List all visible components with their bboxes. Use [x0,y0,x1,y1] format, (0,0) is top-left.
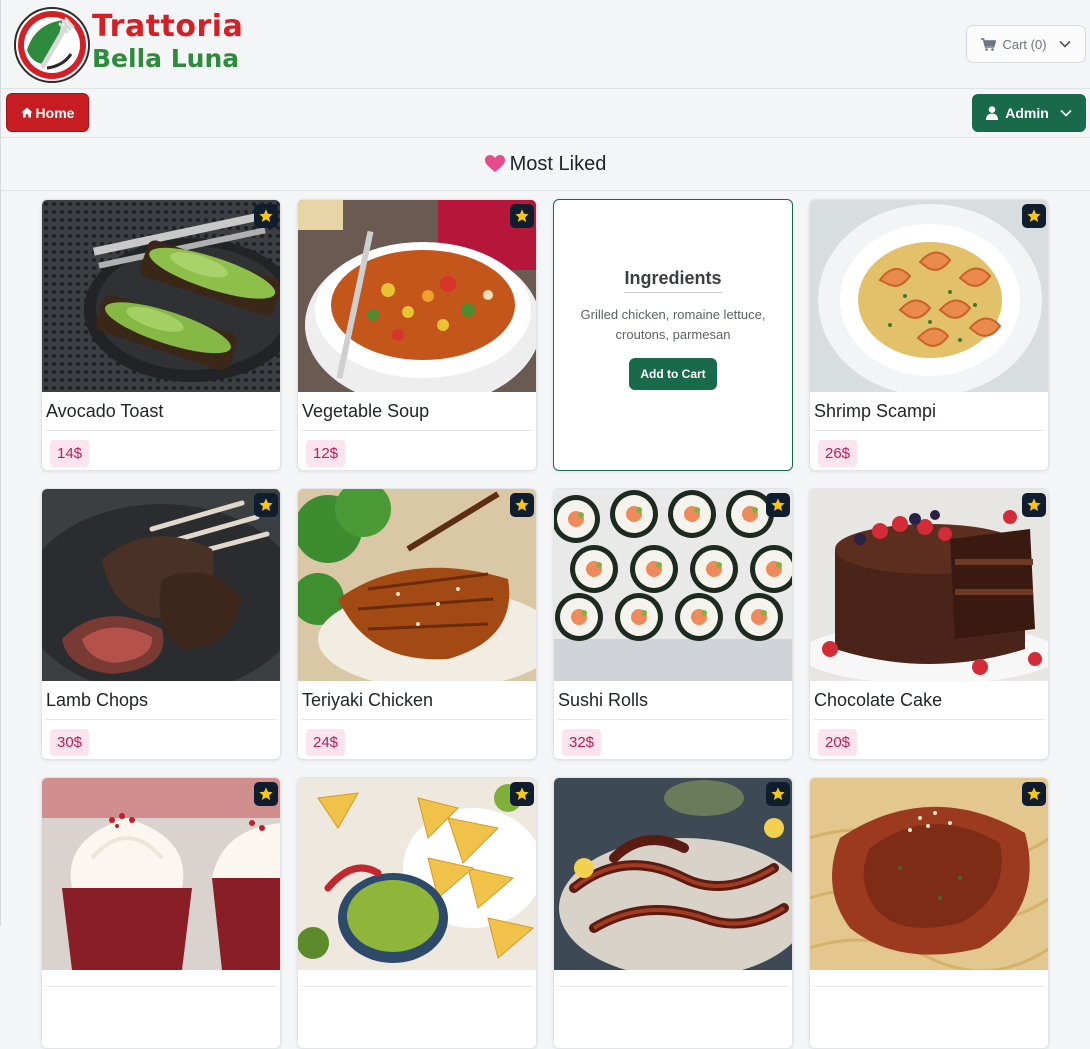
dish-name: Chocolate Cake [814,689,1044,720]
star-icon [771,787,785,800]
heart-icon [484,155,505,172]
dish-card[interactable]: Chocolate Cake 20$ [809,488,1049,760]
dish-photo [298,200,536,392]
nav-bar: Home Admin [1,89,1090,138]
dish-name: Teriyaki Chicken [302,689,532,720]
dish-price: 32$ [562,729,602,756]
dish-card[interactable]: Lamb Chops 30$ [41,488,281,760]
star-icon [1027,787,1041,800]
favorite-star-button[interactable] [510,493,534,517]
dish-photo [554,489,792,681]
favorite-star-button[interactable] [1022,204,1046,228]
dish-card[interactable] [809,777,1049,1049]
dish-price: 12$ [306,440,346,467]
dish-name [46,978,276,987]
star-icon [259,209,273,222]
dish-grid: Avocado Toast 14$ Vegetable Soup 12$ Ing… [41,199,1049,1049]
top-header: Trattoria Bella Luna Cart (0) [1,0,1090,89]
dish-card[interactable] [41,777,281,1049]
favorite-star-button[interactable] [766,493,790,517]
dish-name: Sushi Rolls [558,689,788,720]
cart-label: Cart (0) [1002,36,1047,52]
dish-photo [298,489,536,681]
favorite-star-button[interactable] [1022,782,1046,806]
cart-icon [981,37,997,51]
favorite-star-button[interactable] [510,782,534,806]
ingredients-text: Grilled chicken, romaine lettuce, crouto… [580,307,766,342]
add-to-cart-button[interactable]: Add to Cart [629,358,717,390]
dish-card[interactable] [553,777,793,1049]
dish-card[interactable]: Teriyaki Chicken 24$ [297,488,537,760]
star-icon [515,498,529,511]
star-icon [259,787,273,800]
section-heading: Most Liked [1,138,1090,191]
star-icon [515,209,529,222]
star-icon [515,787,529,800]
admin-menu-button[interactable]: Admin [972,94,1086,132]
dish-price: 24$ [306,729,346,756]
dish-photo [810,778,1048,970]
section-title: Most Liked [509,152,607,175]
star-icon [1027,209,1041,222]
home-icon [21,107,33,118]
dish-photo [810,200,1048,392]
dish-name: Vegetable Soup [302,400,532,431]
dish-card-ingredients[interactable]: Ingredients Grilled chicken, romaine let… [553,199,793,471]
dish-name [558,978,788,987]
star-icon [1027,498,1041,511]
dish-card[interactable]: Vegetable Soup 12$ [297,199,537,471]
chevron-down-icon [1060,109,1072,117]
favorite-star-button[interactable] [1022,493,1046,517]
dish-photo [554,778,792,970]
dish-price: 14$ [50,440,90,467]
dish-name [302,978,532,987]
admin-label: Admin [1005,105,1049,121]
dish-photo [42,489,280,681]
brand-name-line2: Bella Luna [92,44,240,73]
dish-photo [810,489,1048,681]
dish-photo [298,778,536,970]
dish-name [814,978,1044,987]
user-icon [986,106,999,120]
dish-price: 30$ [50,729,90,756]
dish-card[interactable]: Avocado Toast 14$ [41,199,281,471]
home-label: Home [35,104,75,121]
cart-button[interactable]: Cart (0) [966,25,1086,63]
dish-card[interactable]: Sushi Rolls 32$ [553,488,793,760]
favorite-star-button[interactable] [254,782,278,806]
favorite-star-button[interactable] [254,493,278,517]
favorite-star-button[interactable] [510,204,534,228]
favorite-star-button[interactable] [254,204,278,228]
dish-price: 20$ [818,729,858,756]
dish-name: Avocado Toast [46,400,276,431]
dish-card[interactable] [297,777,537,1049]
dish-card[interactable]: Shrimp Scampi 26$ [809,199,1049,471]
dish-price: 26$ [818,440,858,467]
star-icon [771,498,785,511]
brand-name-line1: Trattoria [92,9,244,44]
dish-photo [42,200,280,392]
dish-name: Shrimp Scampi [814,400,1044,431]
favorite-star-button[interactable] [766,782,790,806]
restaurant-logo[interactable] [13,6,91,84]
dish-photo [42,778,280,970]
home-button[interactable]: Home [6,93,89,132]
dish-name: Lamb Chops [46,689,276,720]
chevron-down-icon [1058,40,1071,48]
ingredients-title: Ingredients [624,268,722,293]
star-icon [259,498,273,511]
